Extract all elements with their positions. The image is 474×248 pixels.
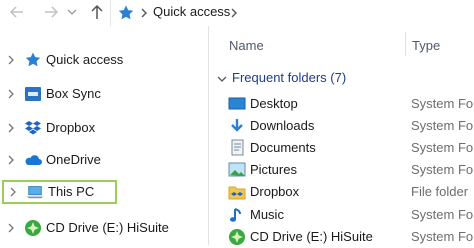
item-type: System Folde [411,207,474,222]
quick-access-star-icon [118,5,134,20]
nav-item-onedrive[interactable]: OneDrive [0,148,205,172]
onedrive-cloud-icon [25,155,42,165]
chevron-right-icon[interactable] [139,6,149,20]
back-arrow-icon [9,6,23,18]
chevron-right-icon[interactable] [6,88,16,100]
pane-divider[interactable] [208,26,209,245]
desktop-icon [228,97,246,110]
list-item[interactable]: Documents System Folde [226,137,474,159]
up-button[interactable] [88,3,106,21]
list-item[interactable]: Pictures System Folde [226,159,474,181]
nav-item-label: Quick access [46,52,124,67]
nav-item-cd-drive[interactable]: CD Drive (E:) HiSuite [0,216,205,240]
recent-locations-button[interactable] [66,3,78,21]
column-header-type[interactable]: Type [412,38,440,53]
box-sync-icon [25,87,41,101]
item-type: System Folde [411,118,474,133]
chevron-right-icon[interactable] [6,222,16,234]
item-name: CD Drive (E:) HiSuite [250,229,373,244]
breadcrumb[interactable]: Quick access [153,4,230,19]
item-name: Pictures [250,162,297,177]
item-name: Dropbox [250,184,300,199]
list-item[interactable]: Desktop System Folde [226,93,474,115]
chevron-right-icon[interactable] [229,6,239,20]
nav-item-dropbox[interactable]: Dropbox [0,116,205,140]
chevron-right-icon[interactable] [8,186,18,198]
quick-access-star-icon [25,52,41,67]
nav-item-label: Box Sync [46,86,101,101]
item-type: System Folde [411,96,474,111]
nav-item-this-pc[interactable]: This PC [2,180,117,204]
item-type: System Folde [411,229,474,244]
nav-item-quick-access[interactable]: Quick access [0,48,205,72]
back-button[interactable] [8,3,26,21]
nav-item-label: This PC [48,184,95,199]
list-item[interactable]: Dropbox File folder [226,181,474,203]
music-note-icon [230,208,241,222]
group-header-label: Frequent folders (7) [232,70,347,85]
nav-item-box-sync[interactable]: Box Sync [0,82,205,106]
computer-icon [26,186,44,199]
folder-icon [228,186,246,200]
list-item[interactable]: Downloads System Folde [226,115,474,137]
item-name: Downloads [250,118,315,133]
forward-arrow-icon [45,6,59,18]
chevron-down-icon [217,76,227,82]
up-arrow-icon [91,4,103,19]
item-type: System Folde [411,162,474,177]
download-arrow-icon [231,119,243,132]
chevron-down-icon [67,9,77,15]
group-header-frequent-folders[interactable]: Frequent folders (7) [214,70,474,88]
documents-icon [231,139,244,156]
toolbar: Quick access [0,0,474,26]
column-header-name[interactable]: Name [229,38,264,53]
item-name: Documents [250,140,316,155]
column-separator[interactable] [405,32,406,56]
list-item[interactable]: Music System Folde [226,204,474,226]
item-type: File folder [411,184,469,199]
item-type: System Folde [411,140,474,155]
item-name: Desktop [250,96,298,111]
item-name: Music [250,207,284,222]
chevron-right-icon[interactable] [6,54,16,66]
forward-button[interactable] [42,3,60,21]
chevron-right-icon[interactable] [6,122,16,134]
nav-item-label: CD Drive (E:) HiSuite [46,220,169,235]
address-bar[interactable]: Quick access [110,0,474,26]
chevron-right-icon[interactable] [6,154,16,166]
hisuite-drive-icon [25,220,41,236]
nav-item-label: OneDrive [46,152,101,167]
nav-item-label: Dropbox [46,120,96,135]
pictures-icon [228,162,246,177]
dropbox-icon [25,121,41,135]
hisuite-drive-icon [229,229,245,245]
